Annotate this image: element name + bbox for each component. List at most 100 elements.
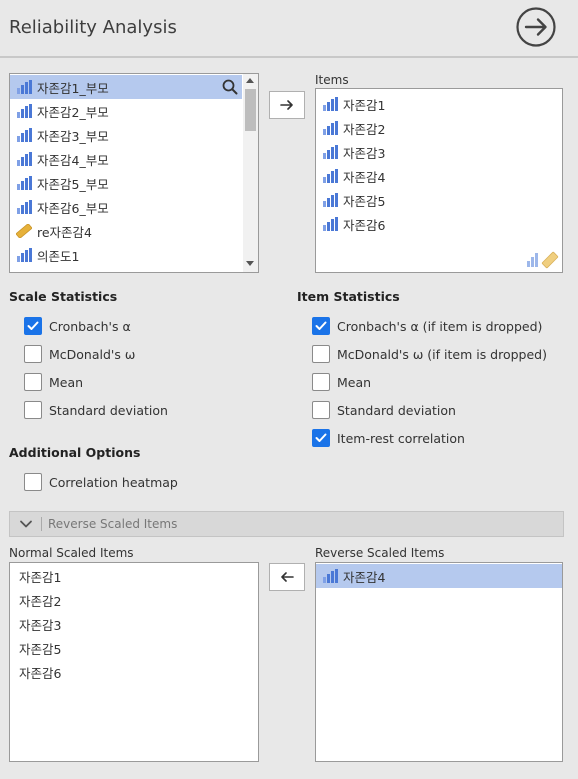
scrollbar[interactable]: [243, 74, 258, 272]
checkbox[interactable]: [312, 373, 330, 391]
header-divider: [0, 56, 578, 58]
continuous-bar-icon: [17, 200, 32, 214]
items-list-item[interactable]: 자존감5: [316, 188, 562, 212]
checkbox-label: Standard deviation: [337, 402, 456, 418]
list-item-label: 자존감4_부모: [37, 152, 109, 168]
list-item-label: 자존감1_부모: [37, 80, 109, 96]
scale-statistics-option[interactable]: Cronbach's α: [24, 315, 131, 337]
continuous-bar-icon: [323, 121, 338, 135]
reverse-scaled-section-header[interactable]: Reverse Scaled Items: [9, 511, 564, 537]
continuous-bar-icon: [17, 176, 32, 190]
checkbox[interactable]: [312, 401, 330, 419]
ruler-icon: [16, 224, 32, 238]
chevron-down-icon: [20, 520, 32, 528]
variable-list-item[interactable]: 자존감5_부모: [10, 171, 242, 195]
scroll-down-arrow[interactable]: [246, 261, 254, 266]
search-icon-button[interactable]: [220, 77, 240, 97]
list-item-label: 자존감2_부모: [37, 104, 109, 120]
scale-statistics-option[interactable]: Standard deviation: [24, 399, 168, 421]
normal-scaled-list[interactable]: 자존감1 자존감2 자존감3 자존감5 자존감6: [9, 562, 259, 762]
list-item-label: 자존감4: [343, 569, 386, 585]
arrow-right-icon: [280, 100, 293, 110]
items-list-item[interactable]: 자존감6: [316, 212, 562, 236]
checkbox[interactable]: [24, 317, 42, 335]
normal-scaled-label: Normal Scaled Items: [9, 546, 134, 560]
list-item-label: 의존도1: [37, 248, 80, 264]
items-list-item[interactable]: 자존감4: [316, 164, 562, 188]
checkbox[interactable]: [312, 317, 330, 335]
allowed-types-icon: [527, 251, 559, 269]
scroll-up-arrow[interactable]: [246, 78, 254, 83]
items-list[interactable]: 자존감1 자존감2 자존감3 자존감4 자존감5 자존감6: [315, 88, 563, 273]
list-item-label: 자존감4: [343, 169, 386, 185]
variable-list-item[interactable]: 자존감3_부모: [10, 123, 242, 147]
checkbox[interactable]: [24, 473, 42, 491]
checkmark-icon: [315, 433, 327, 442]
additional-options-title: Additional Options: [9, 445, 141, 460]
scroll-thumb[interactable]: [245, 89, 256, 131]
list-item-label: 자존감5_부모: [37, 176, 109, 192]
variable-list-item[interactable]: re자존감4: [10, 219, 242, 243]
items-list-item[interactable]: 자존감3: [316, 140, 562, 164]
variable-list[interactable]: 자존감1_부모자존감2_부모자존감3_부모자존감4_부모자존감5_부모자존감6_…: [9, 73, 259, 273]
move-to-items-button[interactable]: [269, 91, 305, 119]
checkbox[interactable]: [24, 401, 42, 419]
variable-list-item[interactable]: 자존감4_부모: [10, 147, 242, 171]
checkbox[interactable]: [24, 373, 42, 391]
checkmark-icon: [27, 321, 39, 330]
list-item-label: 자존감5: [343, 193, 386, 209]
section-separator: [41, 517, 42, 531]
checkbox-label: Standard deviation: [49, 402, 168, 418]
item-statistics-option[interactable]: Standard deviation: [312, 399, 456, 421]
continuous-bar-icon: [17, 80, 32, 94]
continuous-bar-icon: [17, 248, 32, 262]
additional-options-option[interactable]: Correlation heatmap: [24, 471, 178, 493]
item-statistics-option[interactable]: Cronbach's α (if item is dropped): [312, 315, 542, 337]
continuous-bar-icon: [17, 152, 32, 166]
normal-scaled-item[interactable]: 자존감3: [10, 612, 258, 636]
move-to-normal-button[interactable]: [269, 563, 305, 591]
item-statistics-title: Item Statistics: [297, 289, 400, 304]
checkmark-icon: [315, 321, 327, 330]
checkbox-label: Mean: [49, 374, 84, 390]
continuous-bar-icon: [323, 217, 338, 231]
item-statistics-option[interactable]: McDonald's ω (if item is dropped): [312, 343, 547, 365]
variable-list-item[interactable]: 자존감2_부모: [10, 99, 242, 123]
list-item-label: 자존감1: [343, 97, 386, 113]
list-item-label: 자존감3: [343, 145, 386, 161]
continuous-bar-icon: [323, 145, 338, 159]
normal-scaled-item[interactable]: 자존감2: [10, 588, 258, 612]
continuous-bar-icon: [323, 193, 338, 207]
normal-scaled-item[interactable]: 자존감5: [10, 636, 258, 660]
continuous-bar-icon: [17, 104, 32, 118]
variable-list-item[interactable]: 의존도1: [10, 243, 242, 267]
search-icon: [222, 79, 238, 95]
normal-scaled-item[interactable]: 자존감1: [10, 564, 258, 588]
scale-statistics-option[interactable]: McDonald's ω: [24, 343, 135, 365]
checkbox[interactable]: [312, 429, 330, 447]
checkbox[interactable]: [24, 345, 42, 363]
item-statistics-option[interactable]: Item-rest correlation: [312, 427, 465, 449]
item-statistics-option[interactable]: Mean: [312, 371, 371, 393]
reverse-section-title: Reverse Scaled Items: [48, 517, 178, 531]
checkbox-label: Cronbach's α: [49, 318, 131, 334]
continuous-bar-icon: [17, 128, 32, 142]
continuous-bar-icon: [323, 97, 338, 111]
list-item-label: 자존감6_부모: [37, 200, 109, 216]
checkbox[interactable]: [312, 345, 330, 363]
page-title: Reliability Analysis: [9, 17, 177, 38]
checkbox-label: Item-rest correlation: [337, 430, 465, 446]
normal-scaled-item[interactable]: 자존감6: [10, 660, 258, 684]
run-arrow-button[interactable]: [516, 7, 556, 47]
variable-list-item[interactable]: 자존감6_부모: [10, 195, 242, 219]
list-item-label: 자존감3_부모: [37, 128, 109, 144]
reverse-scaled-item[interactable]: 자존감4: [316, 564, 562, 588]
variable-type-icons: [526, 251, 560, 269]
reverse-scaled-list[interactable]: 자존감4: [315, 562, 563, 762]
checkbox-label: McDonald's ω (if item is dropped): [337, 346, 547, 362]
scale-statistics-option[interactable]: Mean: [24, 371, 83, 393]
items-list-item[interactable]: 자존감1: [316, 92, 562, 116]
items-list-item[interactable]: 자존감2: [316, 116, 562, 140]
list-item-label: re자존감4: [37, 224, 93, 240]
variable-list-item[interactable]: 자존감1_부모: [10, 75, 242, 99]
